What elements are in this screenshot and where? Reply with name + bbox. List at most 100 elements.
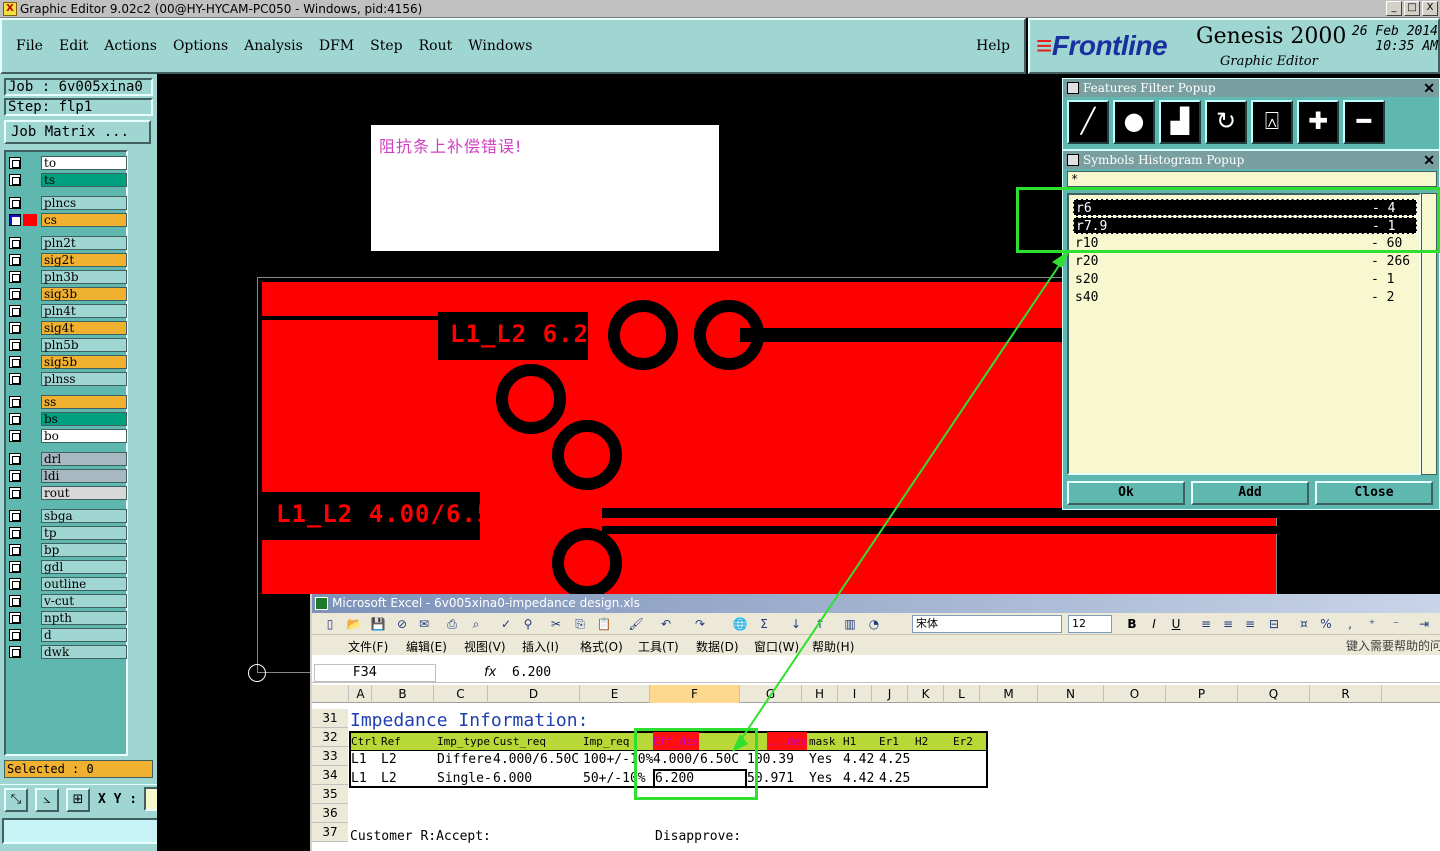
formula-input[interactable]: 6.200 — [512, 665, 551, 680]
add-button[interactable]: Add — [1191, 481, 1309, 505]
row-header[interactable]: 35 — [312, 785, 348, 804]
menu-actions[interactable]: Actions — [104, 38, 157, 54]
comma-icon[interactable]: , — [1342, 616, 1358, 632]
indent-icon[interactable]: ⇥ — [1416, 616, 1432, 632]
column-header[interactable]: P — [1166, 685, 1238, 703]
table-cell[interactable]: 4.25 — [879, 750, 919, 769]
layer-row-bs[interactable]: bs — [9, 412, 127, 426]
layer-name[interactable]: sig3b — [41, 287, 127, 301]
table-cell[interactable]: 4.42 — [843, 750, 879, 769]
new-icon[interactable]: ▯ — [322, 616, 338, 632]
measure-icon[interactable]: ⦣ — [35, 788, 59, 812]
column-header[interactable]: C — [434, 685, 488, 703]
column-header[interactable]: B — [372, 685, 434, 703]
line-tool-icon[interactable]: ╱ — [1067, 100, 1109, 144]
layer-name[interactable]: tp — [41, 526, 127, 540]
percent-icon[interactable]: % — [1318, 616, 1334, 632]
print-icon[interactable]: ⎙ — [444, 616, 460, 632]
currency-icon[interactable]: ¤ — [1296, 616, 1312, 632]
column-header[interactable]: L — [944, 685, 980, 703]
column-header[interactable]: N — [1038, 685, 1104, 703]
layer-checkbox[interactable] — [9, 470, 21, 482]
layer-row-to[interactable]: to — [9, 156, 127, 170]
hyperlink-icon[interactable]: 🌐 — [732, 616, 748, 632]
ask-question-box[interactable]: 键入需要帮助的问 — [1346, 637, 1440, 654]
align-center-icon[interactable]: ≡ — [1220, 616, 1236, 632]
print-preview-icon[interactable]: ⌕ — [468, 616, 484, 632]
layer-name[interactable]: bp — [41, 543, 127, 557]
column-header[interactable]: J — [872, 685, 908, 703]
xmenu-data[interactable]: 数据(D) — [696, 638, 739, 655]
increase-decimal-icon[interactable]: ⁺ — [1364, 616, 1380, 632]
minimize-button[interactable]: _ — [1386, 1, 1402, 16]
layer-checkbox[interactable] — [9, 157, 21, 169]
xmenu-insert[interactable]: 插入(I) — [522, 638, 559, 655]
negative-icon[interactable]: ━ — [1343, 100, 1385, 144]
layer-checkbox[interactable] — [9, 578, 21, 590]
layer-row-sig3b[interactable]: sig3b — [9, 287, 127, 301]
save-icon[interactable]: 💾 — [370, 616, 386, 632]
table-header-cell[interactable]: Ref — [381, 732, 401, 751]
layer-row-sig4t[interactable]: sig4t — [9, 321, 127, 335]
layer-name[interactable]: sig5b — [41, 355, 127, 369]
layer-name[interactable]: pln3b — [41, 270, 127, 284]
menu-windows[interactable]: Windows — [468, 38, 532, 54]
layer-name[interactable]: ts — [41, 173, 127, 187]
layer-checkbox[interactable] — [9, 612, 21, 624]
close-button[interactable]: Close — [1315, 481, 1433, 505]
decrease-decimal-icon[interactable]: ⁻ — [1388, 616, 1404, 632]
histogram-row[interactable]: s40 - 2 — [1073, 289, 1417, 306]
align-right-icon[interactable]: ≡ — [1242, 616, 1258, 632]
layer-row-pln4t[interactable]: pln4t — [9, 304, 127, 318]
layer-checkbox[interactable] — [9, 271, 21, 283]
layer-checkbox[interactable] — [9, 430, 21, 442]
layer-name[interactable]: v-cut — [41, 594, 127, 608]
layer-checkbox[interactable] — [9, 254, 21, 266]
layer-checkbox[interactable] — [9, 322, 21, 334]
xmenu-format[interactable]: 格式(O) — [580, 638, 623, 655]
impedance-heading[interactable]: Impedance Information: — [350, 710, 588, 732]
layer-name[interactable]: sig2t — [41, 253, 127, 267]
layer-name[interactable]: pln2t — [41, 236, 127, 250]
menu-options[interactable]: Options — [173, 38, 228, 54]
undo-icon[interactable]: ↶ — [658, 616, 674, 632]
align-left-icon[interactable]: ≡ — [1198, 616, 1214, 632]
layer-checkbox[interactable] — [9, 646, 21, 658]
column-header[interactable]: K — [908, 685, 944, 703]
layer-row-sig2t[interactable]: sig2t — [9, 253, 127, 267]
layer-checkbox[interactable] — [9, 339, 21, 351]
xmenu-edit[interactable]: 编辑(E) — [406, 638, 447, 655]
name-box[interactable]: F34 — [314, 664, 436, 682]
xmenu-view[interactable]: 视图(V) — [464, 638, 506, 655]
fx-icon[interactable]: fx — [484, 665, 496, 680]
row-header[interactable]: 34 — [312, 766, 348, 785]
cut-icon[interactable]: ✂ — [548, 616, 564, 632]
drawing-icon[interactable]: ◔ — [866, 616, 882, 632]
table-cell[interactable]: 4.000/6.50C — [493, 750, 583, 769]
layer-name[interactable]: cs — [41, 213, 127, 227]
table-cell[interactable]: 4.25 — [879, 769, 919, 788]
maximize-button[interactable]: □ — [1404, 1, 1420, 16]
layer-row-dwk[interactable]: dwk — [9, 645, 127, 659]
research-icon[interactable]: ⚲ — [520, 616, 536, 632]
layer-name[interactable]: plncs — [41, 196, 127, 210]
menu-help[interactable]: Help — [976, 38, 1010, 54]
bold-icon[interactable]: B — [1124, 616, 1140, 632]
layer-checkbox[interactable] — [9, 561, 21, 573]
table-cell[interactable]: L1 — [351, 750, 379, 769]
layer-row-d[interactable]: d — [9, 628, 127, 642]
column-header[interactable]: M — [980, 685, 1038, 703]
surface-tool-icon[interactable]: ▟ — [1159, 100, 1201, 144]
layer-row-outline[interactable]: outline — [9, 577, 127, 591]
layer-name[interactable]: pln5b — [41, 338, 127, 352]
layer-checkbox[interactable] — [9, 356, 21, 368]
layer-row-ts[interactable]: ts — [9, 173, 127, 187]
layer-row-bp[interactable]: bp — [9, 543, 127, 557]
paste-icon[interactable]: 📋 — [596, 616, 612, 632]
layer-row-sbga[interactable]: sbga — [9, 509, 127, 523]
table-cell[interactable]: Differe — [437, 750, 493, 769]
table-cell[interactable]: L2 — [381, 769, 435, 788]
menu-file[interactable]: File — [16, 38, 43, 54]
layer-row-ldi[interactable]: ldi — [9, 469, 127, 483]
layer-checkbox[interactable] — [9, 373, 21, 385]
